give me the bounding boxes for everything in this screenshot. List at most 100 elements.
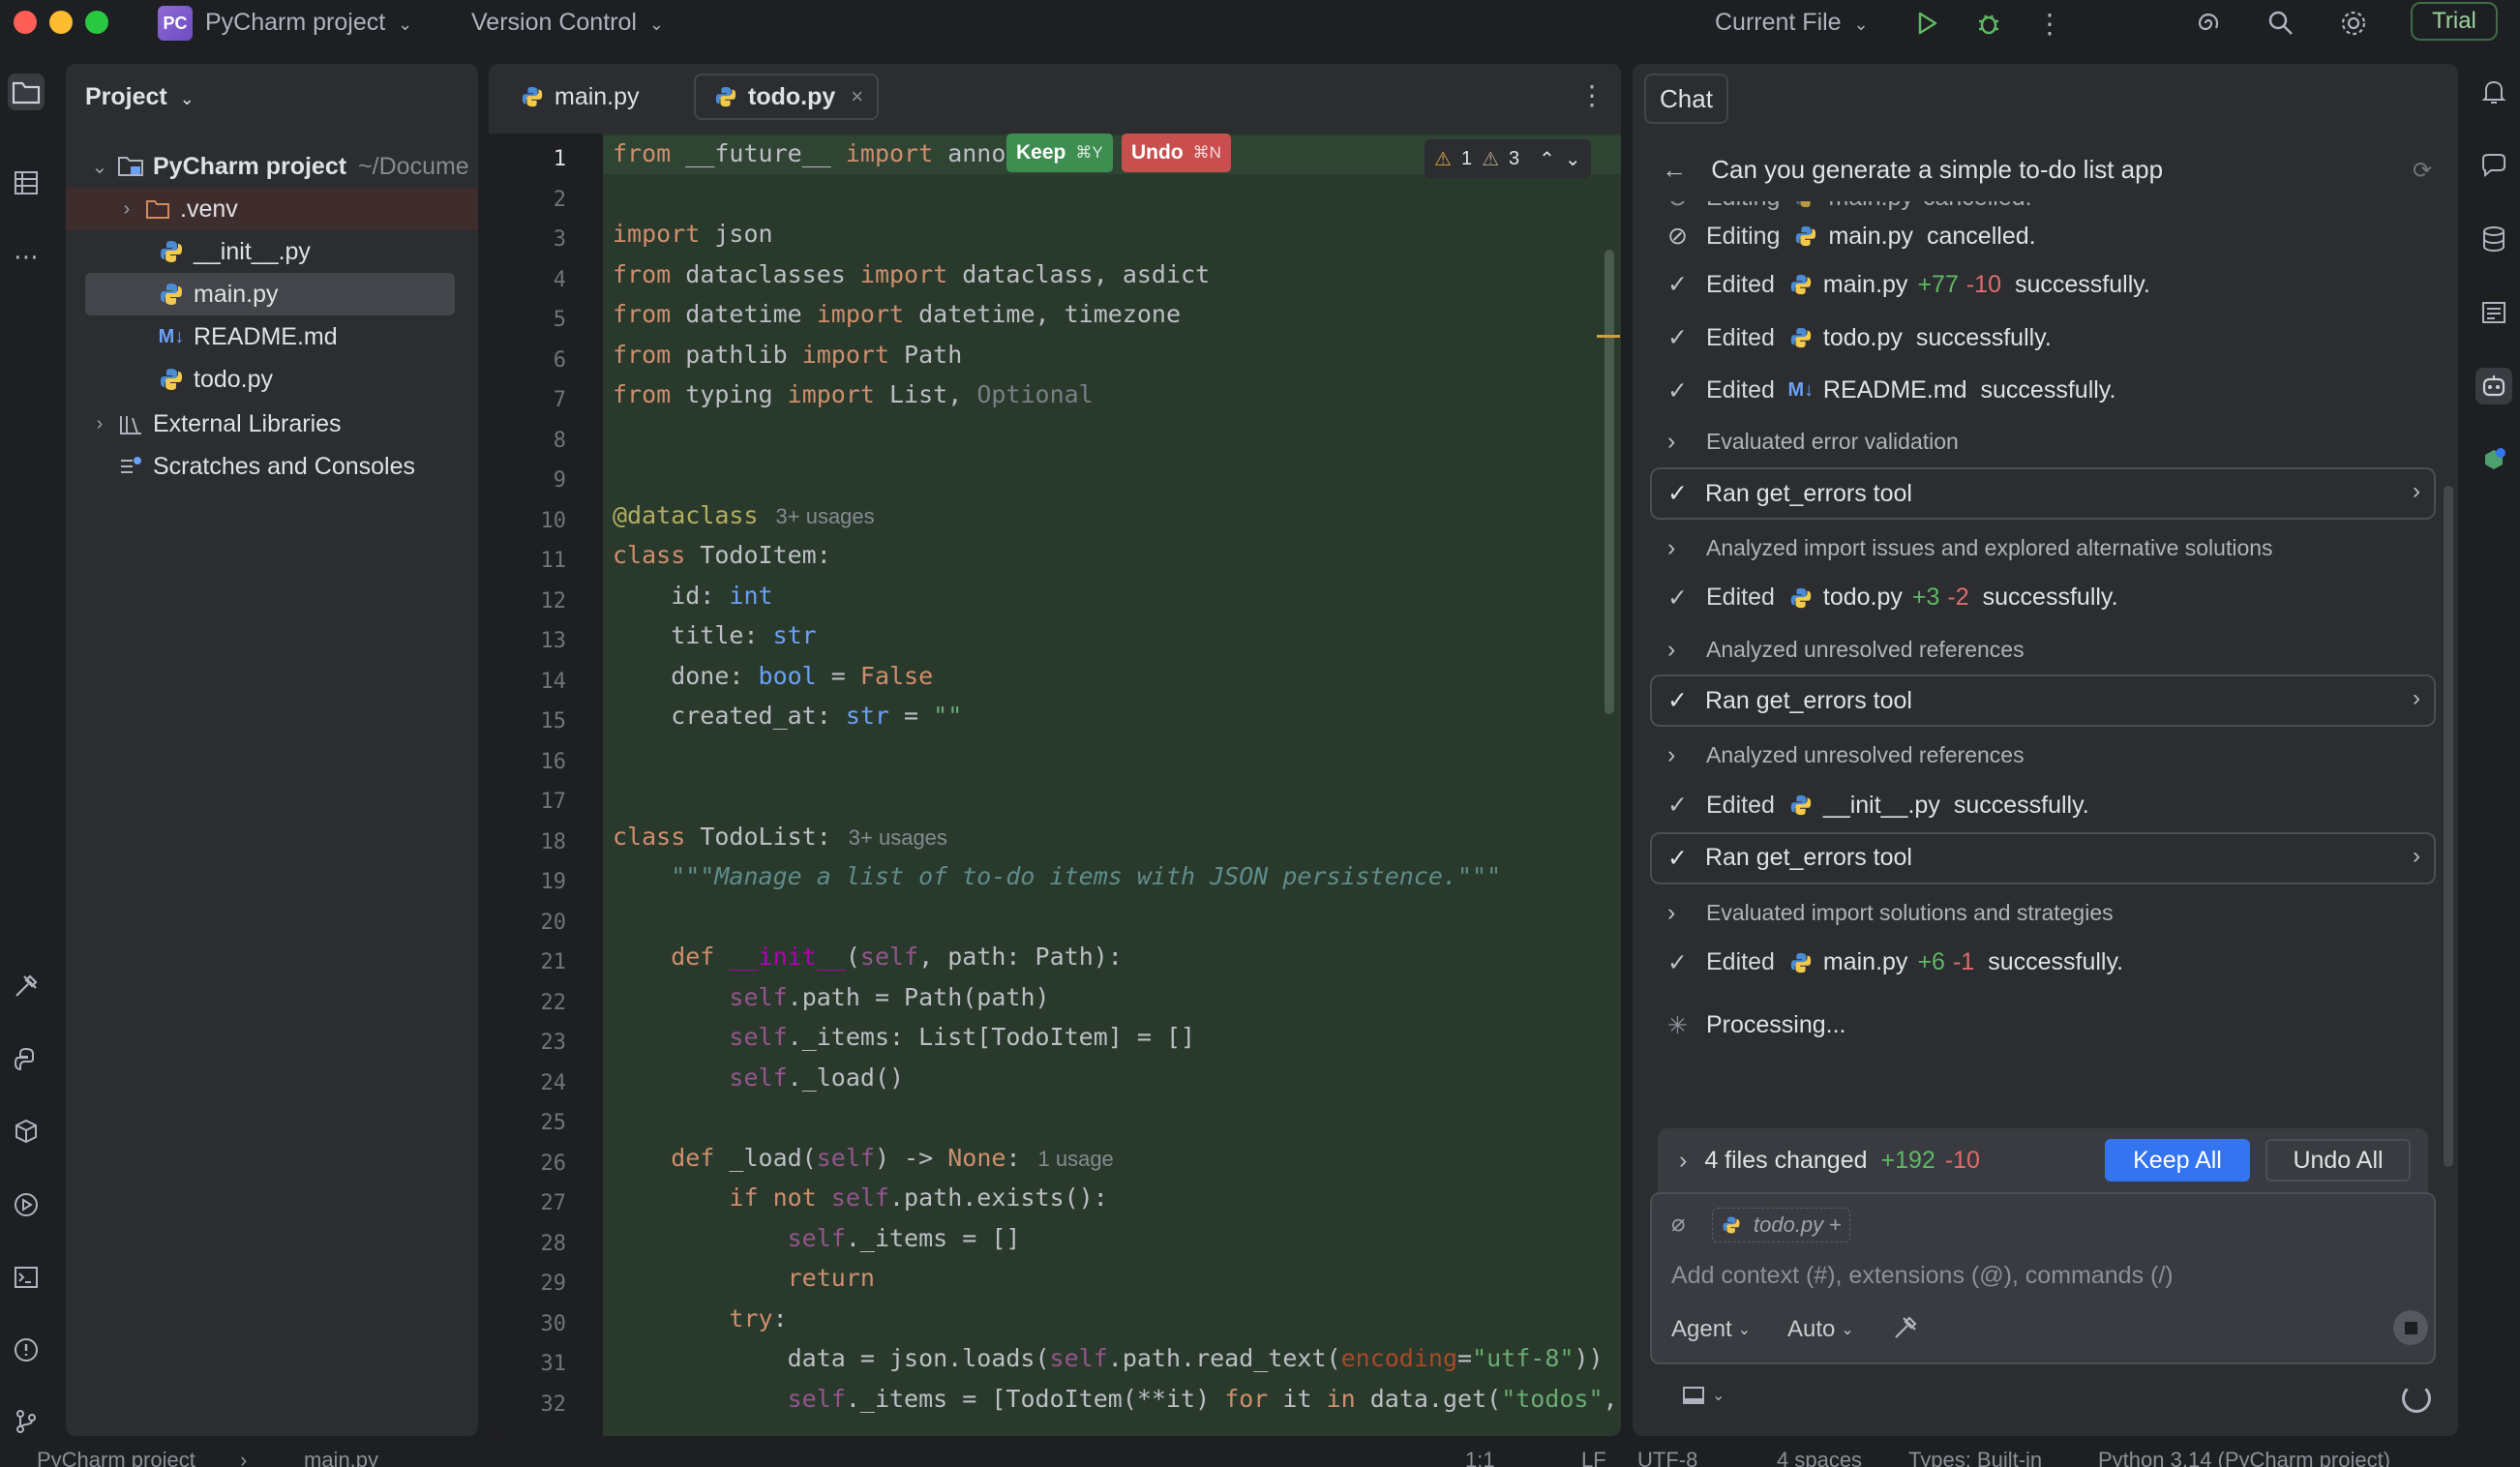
terminal-button[interactable]: [8, 1259, 45, 1296]
database-button[interactable]: [2475, 221, 2512, 257]
edited-file-link[interactable]: main.py: [1823, 948, 1908, 976]
edited-file-link[interactable]: README.md: [1823, 376, 1967, 404]
caret-position[interactable]: 1:1: [1465, 1448, 1495, 1467]
plugin-button[interactable]: [2475, 441, 2512, 478]
minimize-window-button[interactable]: [49, 11, 73, 34]
code-line: if not self.path.exists():: [613, 1183, 1107, 1212]
sciview-button[interactable]: [2475, 294, 2512, 331]
tool-run-card[interactable]: ✓ Ran get_errors tool ›: [1650, 467, 2436, 521]
keep-all-button[interactable]: Keep All: [2105, 1139, 2250, 1182]
editor-scrollbar-thumb[interactable]: [1605, 250, 1614, 714]
usages-hint[interactable]: 3+ usages: [776, 504, 875, 528]
back-arrow-icon[interactable]: ←: [1662, 155, 1687, 184]
run-config-selector[interactable]: Current File ⌄: [1715, 9, 1869, 37]
tree-item-readme[interactable]: M↓ README.md: [66, 315, 478, 358]
ai-assistant-button[interactable]: [2192, 7, 2225, 40]
settings-button[interactable]: [2337, 7, 2370, 40]
reasoning-step[interactable]: › Analyzed unresolved references: [1667, 734, 2025, 777]
edited-file-link[interactable]: main.py: [1823, 271, 1908, 299]
close-window-button[interactable]: [14, 11, 37, 34]
editor-tab-options-button[interactable]: ⋮: [1578, 79, 1605, 111]
project-switcher[interactable]: PyCharm project ⌄: [205, 9, 412, 37]
edited-file-link[interactable]: __init__.py: [1823, 792, 1940, 820]
tab-todo-py[interactable]: todo.py ×: [694, 74, 880, 120]
vcs-menu[interactable]: Version Control ⌄: [471, 9, 664, 37]
edit-step: ✓ Edited todo.py +3 -2 successfully.: [1667, 577, 2118, 619]
edited-file-link[interactable]: todo.py: [1823, 584, 1903, 612]
tab-main-py[interactable]: main.py: [502, 74, 653, 120]
breadcrumb-file[interactable]: main.py: [304, 1448, 378, 1467]
edited-file-link[interactable]: todo.py: [1823, 324, 1903, 352]
run-button[interactable]: [1910, 7, 1943, 40]
build-tool-button[interactable]: [8, 968, 45, 1004]
git-button[interactable]: [8, 1403, 45, 1440]
model-selector[interactable]: Auto ⌄: [1787, 1316, 1854, 1343]
reasoning-step-label: Analyzed unresolved references: [1706, 742, 2025, 768]
keep-shortcut: ⌘Y: [1075, 143, 1103, 162]
code-line: id: int: [613, 582, 772, 610]
tool-run-card[interactable]: ✓ Ran get_errors tool ›: [1650, 674, 2436, 728]
trial-button[interactable]: Trial: [2411, 2, 2498, 41]
chat-input-box[interactable]: ⌀ todo.py + Add context (#), extensions …: [1650, 1192, 2436, 1364]
run-config-label: Current File: [1715, 9, 1842, 36]
tree-item-init[interactable]: __init__.py: [66, 230, 478, 273]
file-encoding[interactable]: UTF-8: [1637, 1448, 1697, 1467]
chevron-up-icon[interactable]: ⌃: [1539, 147, 1555, 171]
more-actions-button[interactable]: ⋮: [2033, 7, 2066, 40]
packages-button[interactable]: [8, 1113, 45, 1150]
undo-all-button[interactable]: Undo All: [2265, 1139, 2411, 1182]
chat-footer-layout-button[interactable]: ⌄: [1683, 1386, 1725, 1405]
reasoning-step[interactable]: › Analyzed unresolved references: [1667, 628, 2025, 671]
edited-file-link[interactable]: main.py: [1828, 223, 1913, 251]
ai-chat-stripe-button[interactable]: [2475, 147, 2512, 184]
tool-run-card[interactable]: ✓ Ran get_errors tool ›: [1650, 831, 2436, 884]
tree-item-todo[interactable]: todo.py: [66, 358, 478, 401]
mode-selector[interactable]: Agent ⌄: [1671, 1316, 1751, 1343]
structure-tool-button[interactable]: [8, 165, 45, 201]
code-editor[interactable]: from __future__ import annot import json f…: [603, 134, 1621, 1436]
context-chip[interactable]: todo.py +: [1712, 1208, 1851, 1242]
refresh-icon[interactable]: ⟳: [2413, 157, 2432, 185]
notifications-button[interactable]: [2475, 74, 2512, 110]
line-separator[interactable]: LF: [1581, 1448, 1606, 1467]
chat-stripe-button[interactable]: [2475, 368, 2512, 404]
indent-setting[interactable]: 4 spaces: [1777, 1448, 1862, 1467]
code-line: done: bool = False: [613, 662, 933, 690]
usages-hint[interactable]: 3+ usages: [849, 825, 947, 850]
problems-button[interactable]: [8, 1332, 45, 1368]
zoom-window-button[interactable]: [85, 11, 108, 34]
undo-change-button[interactable]: Undo ⌘N: [1122, 134, 1231, 172]
python-interpreter[interactable]: Python 3.14 (PyCharm project): [2098, 1448, 2390, 1467]
breadcrumb-project[interactable]: PyCharm project: [37, 1448, 195, 1467]
tree-root[interactable]: ⌄ PyCharm project ~/Docume: [66, 145, 478, 188]
tab-chat[interactable]: Chat: [1644, 74, 1728, 124]
project-tool-button[interactable]: [8, 74, 45, 110]
reasoning-step[interactable]: › Evaluated error validation: [1667, 421, 1959, 464]
chevron-down-icon[interactable]: ⌄: [1565, 147, 1581, 171]
debug-button[interactable]: [1972, 7, 2005, 40]
tree-item-venv[interactable]: › .venv: [66, 188, 478, 230]
reasoning-step[interactable]: › Analyzed import issues and explored alt…: [1667, 526, 2273, 569]
close-tab-icon[interactable]: ×: [851, 84, 863, 109]
python-console-button[interactable]: [8, 1041, 45, 1078]
project-view-selector[interactable]: Project ⌄: [85, 83, 195, 111]
type-checker[interactable]: Types: Built-in: [1908, 1448, 2042, 1467]
keep-change-button[interactable]: Keep ⌘Y: [1006, 134, 1113, 172]
tree-item-scratches[interactable]: Scratches and Consoles: [66, 445, 478, 488]
tools-button[interactable]: [1892, 1314, 1919, 1346]
usages-hint[interactable]: 1 usage: [1038, 1147, 1114, 1171]
chat-scrollbar-thumb[interactable]: [2444, 486, 2453, 1167]
attach-icon[interactable]: ⌀: [1671, 1210, 1685, 1238]
search-button[interactable]: [2265, 7, 2297, 40]
tree-item-external-libraries[interactable]: › External Libraries: [66, 403, 478, 445]
reasoning-step[interactable]: ›Considered patch application retrying: [1667, 201, 2074, 210]
reasoning-step[interactable]: › Evaluated import solutions and strategi…: [1667, 891, 2114, 934]
plus-icon[interactable]: +: [1829, 1213, 1842, 1238]
code-token: , [: [1603, 1384, 1618, 1413]
tree-item-main[interactable]: main.py: [66, 273, 478, 315]
inspection-widget[interactable]: ⚠ 1 ⚠ 3 ⌃ ⌄: [1425, 139, 1591, 178]
stop-generation-button[interactable]: [2393, 1310, 2428, 1345]
chat-input-placeholder[interactable]: Add context (#), extensions (@), command…: [1671, 1262, 2174, 1290]
services-button[interactable]: [8, 1186, 45, 1223]
more-tools-button[interactable]: ⋯: [8, 238, 45, 275]
